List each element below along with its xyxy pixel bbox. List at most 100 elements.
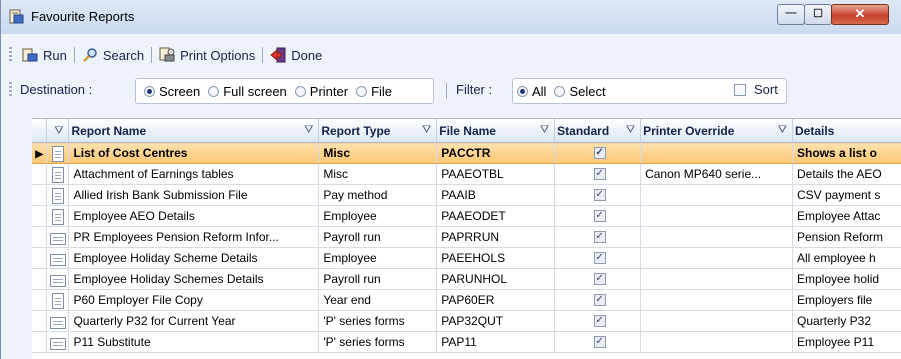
report-type-cell[interactable]: Payroll run	[318, 268, 438, 290]
details-cell[interactable]: CSV payment s	[792, 184, 901, 206]
report-name-cell[interactable]: Employee Holiday Scheme Details	[68, 247, 320, 269]
column-header-file-name[interactable]: File Name ⛛	[436, 119, 556, 143]
file-name-cell[interactable]: PAP32QUT	[436, 310, 556, 332]
filter-funnel-icon[interactable]: ⛛	[626, 124, 635, 137]
column-header-details[interactable]: Details	[792, 119, 901, 143]
table-row[interactable]: Employee Holiday Schemes Details Payroll …	[32, 268, 901, 290]
printer-override-cell[interactable]	[640, 289, 793, 311]
printer-override-cell[interactable]	[640, 184, 793, 206]
column-header-printer-override[interactable]: Printer Override ⛛	[640, 119, 793, 143]
report-type-cell[interactable]: Payroll run	[318, 226, 438, 248]
done-button[interactable]: Done	[266, 45, 326, 65]
report-type-cell[interactable]: 'P' series forms	[318, 331, 438, 353]
sort-checkbox[interactable]	[734, 84, 746, 96]
filter-funnel-icon[interactable]: ⛛	[422, 124, 431, 137]
standard-checkbox-checked-icon[interactable]: ✓	[593, 168, 606, 180]
printer-override-cell[interactable]	[640, 142, 793, 164]
table-row[interactable]: Employee Holiday Scheme Details Employee P…	[32, 247, 901, 269]
row-indicator[interactable]	[32, 184, 48, 206]
standard-cell[interactable]: ✓	[554, 184, 642, 206]
printer-override-cell[interactable]	[640, 205, 793, 227]
standard-checkbox-checked-icon[interactable]: ✓	[593, 252, 606, 264]
details-cell[interactable]: Shows a list o	[792, 142, 901, 164]
report-name-cell[interactable]: Allied Irish Bank Submission File	[68, 184, 320, 206]
filter-funnel-icon[interactable]: ⛛	[304, 124, 313, 137]
table-row[interactable]: Quarterly P32 for Current Year 'P' series…	[32, 310, 901, 332]
minimize-button[interactable]: —	[777, 4, 805, 25]
report-type-cell[interactable]: Misc	[318, 142, 438, 164]
file-name-cell[interactable]: PAP60ER	[436, 289, 556, 311]
file-name-cell[interactable]: PAAIB	[436, 184, 556, 206]
filter-funnel-icon[interactable]: ⛛	[778, 124, 787, 137]
printer-override-cell[interactable]	[640, 268, 793, 290]
report-name-cell[interactable]: List of Cost Centres	[68, 142, 320, 164]
details-cell[interactable]: Quarterly P32	[792, 310, 901, 332]
details-cell[interactable]: Employee P11	[792, 331, 901, 353]
row-indicator[interactable]	[32, 247, 48, 269]
standard-cell[interactable]: ✓	[554, 142, 642, 164]
column-header-standard[interactable]: Standard ⛛	[554, 119, 642, 143]
printer-override-cell[interactable]	[640, 226, 793, 248]
file-name-cell[interactable]: PARUNHOL	[436, 268, 556, 290]
standard-checkbox-checked-icon[interactable]: ✓	[593, 147, 606, 159]
run-button[interactable]: Run	[18, 45, 71, 65]
standard-checkbox-checked-icon[interactable]: ✓	[593, 273, 606, 285]
icon-column-header[interactable]: ⛛	[46, 119, 70, 143]
table-row[interactable]: Allied Irish Bank Submission File Pay met…	[32, 184, 901, 206]
file-name-cell[interactable]: PAEEHOLS	[436, 247, 556, 269]
filter-option-select[interactable]: Select	[554, 84, 606, 99]
report-type-cell[interactable]: Pay method	[318, 184, 438, 206]
printer-override-cell[interactable]	[640, 310, 793, 332]
filter-option-all[interactable]: All	[517, 84, 546, 99]
table-row[interactable]: PR Employees Pension Reform Infor... Payr…	[32, 226, 901, 248]
column-header-report-name[interactable]: Report Name ⛛	[68, 119, 320, 143]
filter-funnel-icon[interactable]: ⛛	[540, 124, 549, 137]
row-indicator[interactable]	[32, 289, 48, 311]
filter-funnel-icon[interactable]: ⛛	[54, 125, 63, 138]
table-row[interactable]: P60 Employer File Copy Year end PAP60ER ✓ Em…	[32, 289, 901, 311]
column-header-report-type[interactable]: Report Type ⛛	[318, 119, 438, 143]
details-cell[interactable]: Employee holid	[792, 268, 901, 290]
report-type-cell[interactable]: Misc	[318, 163, 438, 185]
standard-checkbox-checked-icon[interactable]: ✓	[593, 294, 606, 306]
table-row[interactable]: P11 Substitute 'P' series forms PAP11 ✓ Empl…	[32, 331, 901, 353]
standard-cell[interactable]: ✓	[554, 268, 642, 290]
details-cell[interactable]: Employers file	[792, 289, 901, 311]
destination-option-full-screen[interactable]: Full screen	[208, 84, 287, 99]
close-button[interactable]: ✕	[831, 4, 889, 25]
file-name-cell[interactable]: PAAEODET	[436, 205, 556, 227]
report-type-cell[interactable]: Employee	[318, 247, 438, 269]
standard-checkbox-checked-icon[interactable]: ✓	[593, 210, 606, 222]
standard-checkbox-checked-icon[interactable]: ✓	[593, 189, 606, 201]
details-cell[interactable]: Pension Reform	[792, 226, 901, 248]
standard-cell[interactable]: ✓	[554, 289, 642, 311]
details-cell[interactable]: Employee Attac	[792, 205, 901, 227]
printer-override-cell[interactable]: Canon MP640 serie...	[640, 163, 793, 185]
standard-checkbox-checked-icon[interactable]: ✓	[593, 231, 606, 243]
report-name-cell[interactable]: PR Employees Pension Reform Infor...	[68, 226, 320, 248]
row-indicator[interactable]: ▶	[32, 142, 48, 164]
standard-checkbox-checked-icon[interactable]: ✓	[593, 336, 606, 348]
row-indicator[interactable]	[32, 331, 48, 353]
table-row[interactable]: Attachment of Earnings tables Misc PAAEOTB…	[32, 163, 901, 185]
standard-cell[interactable]: ✓	[554, 163, 642, 185]
table-row[interactable]: ▶ List of Cost Centres Misc PACCTR ✓ Shows a …	[32, 142, 901, 164]
file-name-cell[interactable]: PAPRRUN	[436, 226, 556, 248]
search-button[interactable]: Search	[78, 45, 148, 65]
standard-cell[interactable]: ✓	[554, 205, 642, 227]
file-name-cell[interactable]: PAAEOTBL	[436, 163, 556, 185]
title-bar[interactable]: Favourite Reports — ☐ ✕	[1, 0, 901, 34]
details-cell[interactable]: Details the AEO	[792, 163, 901, 185]
report-type-cell[interactable]: 'P' series forms	[318, 310, 438, 332]
report-name-cell[interactable]: Employee Holiday Schemes Details	[68, 268, 320, 290]
maximize-button[interactable]: ☐	[804, 4, 832, 25]
report-name-cell[interactable]: Employee AEO Details	[68, 205, 320, 227]
print-options-button[interactable]: Print Options	[155, 45, 259, 65]
report-name-cell[interactable]: P60 Employer File Copy	[68, 289, 320, 311]
standard-cell[interactable]: ✓	[554, 247, 642, 269]
file-name-cell[interactable]: PACCTR	[436, 142, 556, 164]
report-name-cell[interactable]: Attachment of Earnings tables	[68, 163, 320, 185]
row-indicator[interactable]	[32, 205, 48, 227]
standard-checkbox-checked-icon[interactable]: ✓	[593, 315, 606, 327]
row-indicator[interactable]	[32, 310, 48, 332]
